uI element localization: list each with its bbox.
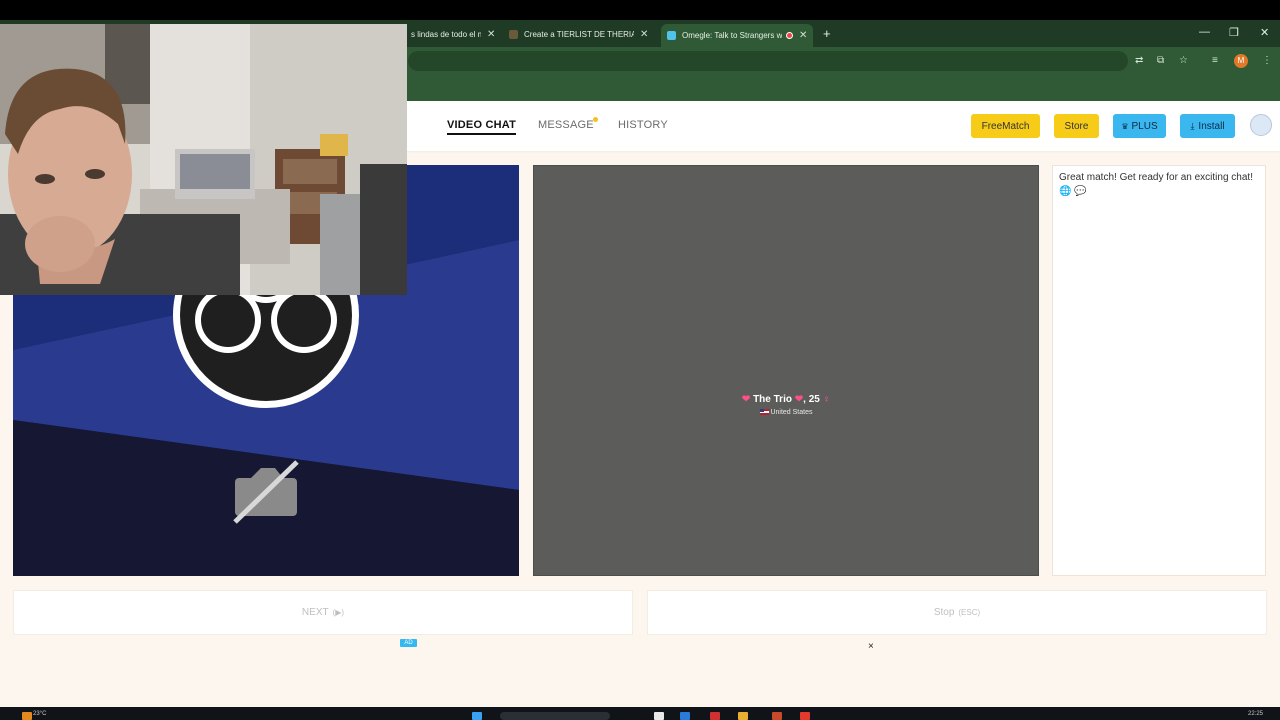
taskbar-search-box[interactable]: [500, 712, 610, 720]
tab-favicon-icon: [667, 31, 676, 40]
os-taskbar: [0, 707, 1280, 720]
install-app-icon[interactable]: ⧉: [1157, 55, 1164, 66]
stop-hint: (ESC): [958, 608, 981, 617]
us-flag-icon: [759, 409, 769, 416]
file-explorer-icon[interactable]: [738, 712, 748, 720]
task-view-icon[interactable]: [654, 712, 664, 720]
minimize-icon[interactable]: —: [1199, 26, 1210, 38]
translate-icon[interactable]: ⇄: [1135, 55, 1143, 66]
plus-button[interactable]: ♛ PLUS: [1113, 114, 1166, 138]
nav-message[interactable]: MESSAGE: [538, 119, 594, 131]
ad-close-icon[interactable]: ×: [868, 641, 874, 652]
peer-name-line: ❤ The Trio ❤, 25 ♀: [533, 394, 1039, 405]
browser-tab-active[interactable]: Omegle: Talk to Strangers w ✕: [661, 24, 814, 47]
restore-icon[interactable]: ❐: [1229, 26, 1239, 39]
weather-icon[interactable]: [22, 712, 32, 720]
close-window-icon[interactable]: ✕: [1260, 26, 1269, 39]
heart-icon: ❤: [741, 394, 751, 405]
kebab-menu-icon[interactable]: ⋮: [1262, 55, 1272, 66]
store-button[interactable]: Store: [1054, 114, 1099, 138]
user-avatar[interactable]: [1250, 114, 1272, 136]
app-icon[interactable]: [772, 712, 782, 720]
stop-label: Stop: [933, 607, 955, 618]
nav-history[interactable]: HISTORY: [618, 119, 668, 131]
peer-country-line: United States: [533, 409, 1039, 416]
webcam-feed-image: [0, 24, 407, 295]
remote-video-panel: [533, 165, 1039, 576]
freematch-button[interactable]: FreeMatch: [971, 114, 1040, 138]
next-hint: (▶): [332, 608, 345, 617]
edge-icon[interactable]: [680, 712, 690, 720]
browser-tab[interactable]: s lindas de todo el m ✕: [405, 24, 501, 44]
tab-title: Create a TIERLIST DE THERIANS: [524, 29, 634, 39]
star-icon[interactable]: ☆: [1179, 55, 1188, 66]
install-button[interactable]: ⤓ Install: [1180, 114, 1235, 138]
peer-age: , 25: [803, 394, 820, 405]
tab-title: Omegle: Talk to Strangers w: [682, 31, 782, 40]
next-button[interactable]: NEXT (▶): [13, 590, 633, 635]
start-icon[interactable]: [472, 712, 482, 720]
tab-close-icon[interactable]: ✕: [640, 29, 648, 40]
clock-text: 22:25: [1248, 711, 1264, 717]
nav-video-chat[interactable]: VIDEO CHAT: [447, 119, 517, 135]
download-icon: ⤓: [1190, 120, 1195, 131]
install-label: Install: [1198, 120, 1225, 132]
stop-button[interactable]: Stop (ESC): [647, 590, 1267, 635]
system-message: Great match! Get ready for an exciting c…: [1059, 172, 1253, 197]
tab-title: s lindas de todo el m: [411, 29, 481, 39]
tab-close-icon[interactable]: ✕: [487, 29, 495, 40]
peer-country: United States: [770, 409, 813, 416]
address-field[interactable]: [408, 51, 1128, 71]
profile-avatar[interactable]: M: [1234, 54, 1248, 68]
plus-label: PLUS: [1131, 120, 1158, 132]
app-icon[interactable]: [710, 712, 720, 720]
notification-dot: [593, 117, 598, 122]
next-label: NEXT: [301, 607, 329, 618]
weather-text: 23°C: [33, 711, 47, 717]
camera-off-icon: [233, 460, 299, 524]
new-tab-icon[interactable]: +: [823, 26, 831, 41]
webcam-overlay: [0, 24, 407, 295]
chat-panel: [1052, 165, 1266, 576]
recording-icon: [786, 32, 793, 39]
tab-close-icon[interactable]: ✕: [799, 30, 807, 41]
crown-icon: ♛: [1121, 121, 1129, 131]
tab-favicon-icon: [509, 29, 518, 39]
media-control-icon[interactable]: ≡: [1212, 55, 1218, 66]
heart-icon: ❤: [794, 394, 804, 405]
browser-tab[interactable]: Create a TIERLIST DE THERIANS ✕: [503, 24, 654, 44]
chrome-icon[interactable]: [800, 712, 810, 720]
peer-name: The Trio: [753, 394, 792, 405]
ad-badge: AD: [400, 639, 417, 647]
female-icon: ♀: [822, 394, 831, 405]
